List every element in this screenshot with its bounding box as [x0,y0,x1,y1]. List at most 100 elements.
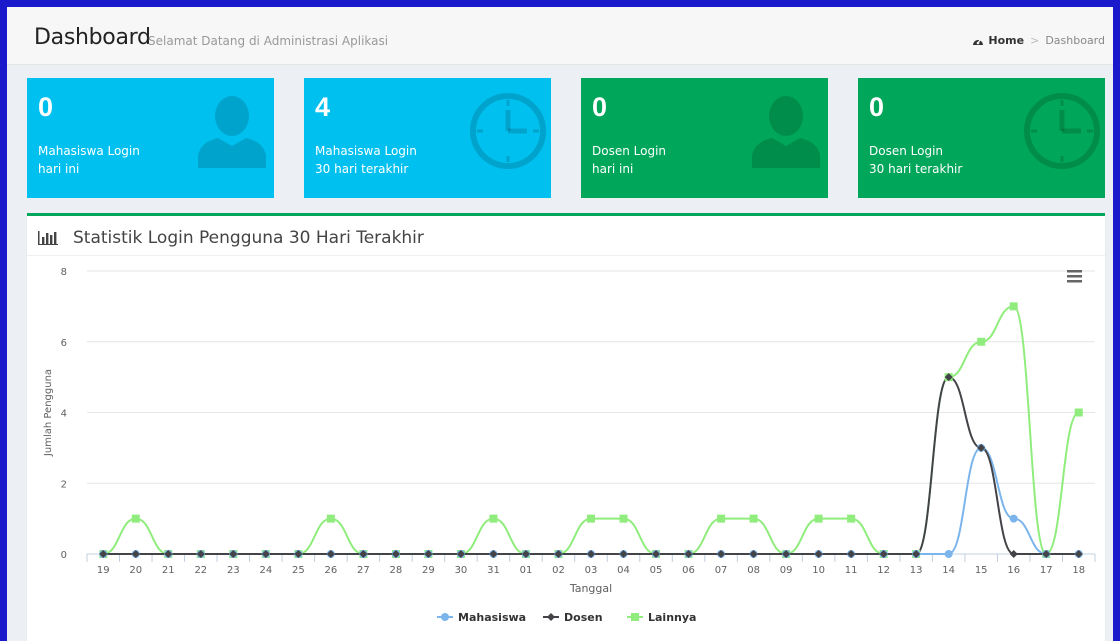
x-tick-label: 03 [585,565,598,576]
data-point-lainnya [977,337,986,346]
x-tick-label: 02 [552,565,565,576]
stat-box-mahasiswa-30days: 4 Mahasiswa Login 30 hari terakhir [304,78,551,198]
legend-marker-mahasiswa [441,613,449,621]
data-point-lainnya [1074,408,1083,417]
stat-label: Mahasiswa Login hari ini [38,142,140,178]
x-tick-label: 07 [715,565,728,576]
x-tick-label: 14 [942,565,955,576]
data-point-lainnya [619,514,628,523]
chart-area: 0 2 4 6 8 19 20 21 22 23 24 25 26 27 28 29 30 31 01 02 03 04 0… [27,256,1105,641]
data-point-mahasiswa [1009,514,1018,523]
clock-icon [1024,93,1100,169]
legend-marker-lainnya [631,613,639,621]
clock-icon [470,93,546,169]
x-tick-label: 10 [812,565,825,576]
x-tick-label: 05 [650,565,663,576]
x-tick-label: 17 [1040,565,1053,576]
x-tick-label: 18 [1072,565,1085,576]
app-frame: Dashboard Selamat Datang di Administrasi… [7,7,1113,641]
hamburger-menu-icon[interactable] [1067,275,1082,278]
x-tick-label: 22 [194,565,207,576]
stat-label: Mahasiswa Login 30 hari terakhir [315,142,417,178]
x-tick-label: 24 [259,565,272,576]
x-tick-label: 23 [227,565,240,576]
breadcrumb-separator: > [1030,34,1040,47]
data-point-lainnya [749,514,758,523]
series-line-dosen [103,376,1079,555]
x-tick-label: 04 [617,565,630,576]
stat-label-line2: hari ini [592,162,634,176]
stat-value: 0 [592,92,608,122]
legend-item-mahasiswa[interactable]: Mahasiswa [458,611,526,624]
breadcrumb-home-link[interactable]: Home [988,34,1024,47]
x-tick-label: 27 [357,565,370,576]
content-header: Dashboard Selamat Datang di Administrasi… [7,7,1113,65]
legend-item-lainnya[interactable]: Lainnya [648,611,696,624]
data-point-dosen [1009,550,1018,558]
data-point-lainnya [489,514,498,523]
x-tick-label: 01 [520,565,533,576]
x-tick-label: 28 [390,565,403,576]
x-tick-label: 19 [97,565,110,576]
x-tick-label: 29 [422,565,435,576]
stat-box-dosen-30days: 0 Dosen Login 30 hari terakhir [858,78,1105,198]
data-point-lainnya [1009,302,1018,311]
stat-label-line1: Dosen Login [592,144,667,158]
legend-marker-dosen [547,613,555,621]
y-axis-title: Jumlah Pengguna [43,369,54,457]
stat-label-line2: 30 hari terakhir [869,162,963,176]
line-chart: 0246819 20 21 22 23 24 25 26 27 28 29 30 31 01 02 03 04 0… [43,267,1096,624]
login-stats-panel: Statistik Login Pengguna 30 Hari Terakhi… [27,213,1105,641]
y-tick-label: 6 [61,338,67,349]
user-icon [752,96,820,168]
stat-label-line2: 30 hari terakhir [315,162,409,176]
x-tick-label: 31 [487,565,500,576]
breadcrumb-current: Dashboard [1045,34,1105,47]
x-tick-label: 08 [747,565,760,576]
x-tick-label: 26 [325,565,338,576]
data-point-lainnya [814,514,823,523]
stat-value: 0 [869,92,885,122]
stat-label-line2: hari ini [38,162,80,176]
page-title: Dashboard [34,25,151,50]
x-tick-label: 11 [845,565,858,576]
x-tick-label: 06 [682,565,695,576]
stat-value: 4 [315,92,331,122]
data-point-mahasiswa [944,550,953,558]
stat-label: Dosen Login hari ini [592,142,666,178]
y-tick-label: 4 [61,409,67,420]
stat-label-line1: Dosen Login [869,144,944,158]
x-tick-label: 20 [129,565,142,576]
y-tick-label: 8 [61,267,67,278]
x-tick-label: 30 [455,565,468,576]
page-subtitle: Selamat Datang di Administrasi Aplikasi [148,34,389,48]
data-point-lainnya [717,514,726,523]
stat-label: Dosen Login 30 hari terakhir [869,142,962,178]
stat-value: 0 [38,92,54,122]
stat-box-mahasiswa-today: 0 Mahasiswa Login hari ini [27,78,274,198]
x-tick-label: 16 [1007,565,1020,576]
data-point-lainnya [587,514,595,523]
legend-item-dosen[interactable]: Dosen [564,611,603,624]
x-tick-label: 09 [780,565,793,576]
hamburger-menu-icon[interactable] [1067,280,1082,283]
bar-chart-icon [38,231,58,245]
stat-label-line1: Mahasiswa Login [315,144,417,158]
user-icon [198,96,266,168]
stat-box-dosen-today: 0 Dosen Login hari ini [581,78,828,198]
hamburger-menu-icon[interactable] [1067,270,1082,273]
data-point-lainnya [326,514,335,523]
x-axis-title: Tanggal [569,582,612,595]
data-point-lainnya [847,514,856,523]
x-tick-label: 25 [292,565,305,576]
x-tick-label: 15 [975,565,988,576]
x-tick-label: 12 [877,565,890,576]
stat-label-line1: Mahasiswa Login [38,144,140,158]
y-tick-label: 2 [61,479,67,490]
y-tick-label: 0 [61,550,67,561]
panel-title: Statistik Login Pengguna 30 Hari Terakhi… [73,228,424,248]
breadcrumb: Home > Dashboard [972,34,1105,47]
data-point-lainnya [131,514,140,523]
panel-header: Statistik Login Pengguna 30 Hari Terakhi… [27,216,1105,256]
x-tick-label: 21 [162,565,175,576]
